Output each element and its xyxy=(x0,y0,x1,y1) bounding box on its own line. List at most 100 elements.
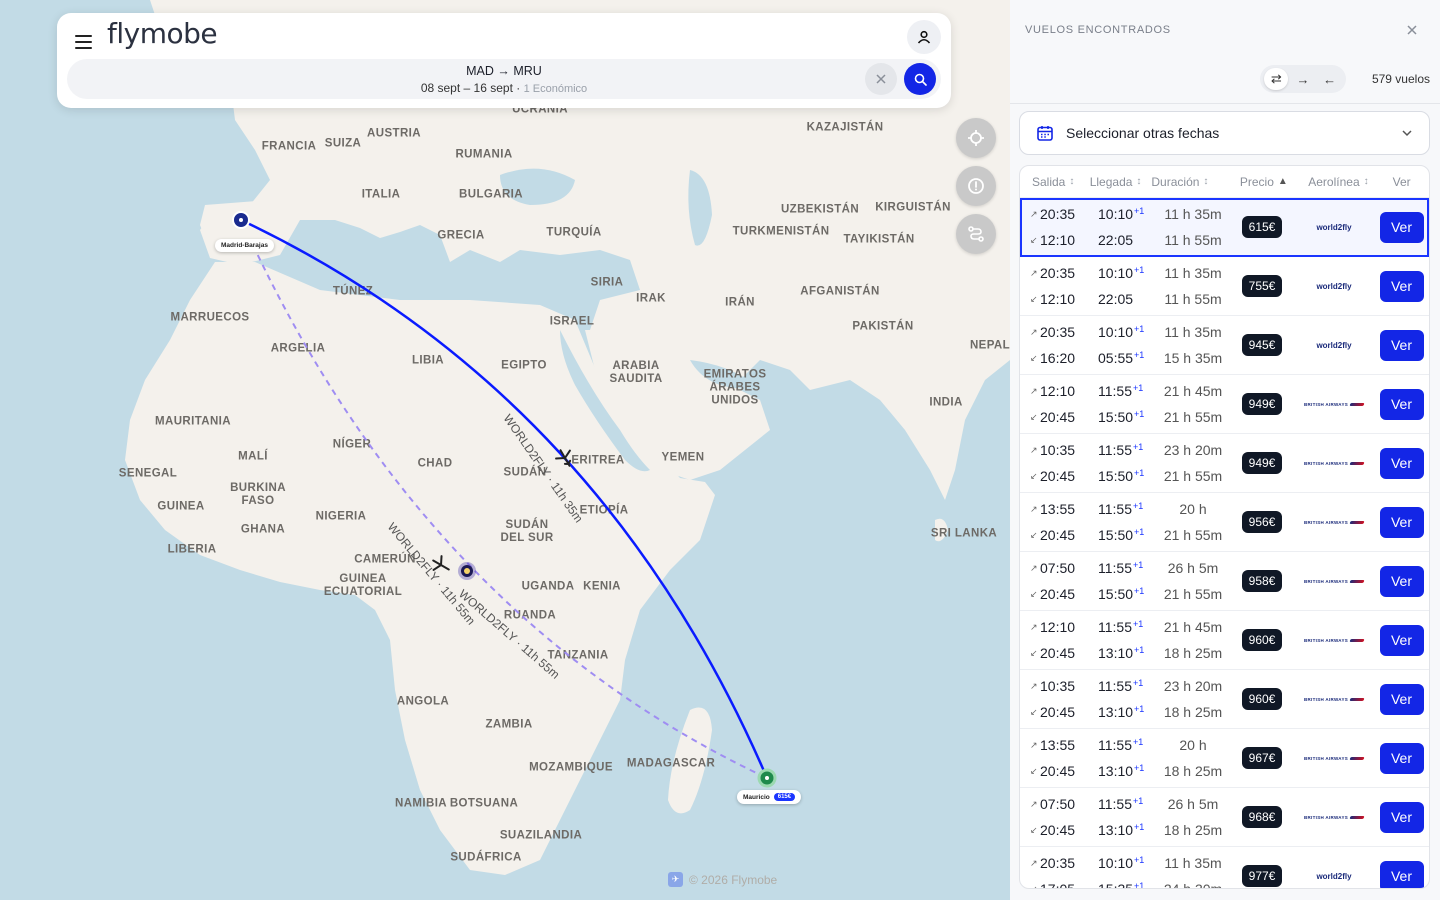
departure-times: ↗ 13:55 ↙ 20:45 xyxy=(1030,501,1076,543)
airline-logo: world2fly xyxy=(1316,340,1352,350)
view-flight-button[interactable]: Ver xyxy=(1379,388,1424,420)
origin-label[interactable]: Madrid-Barajas xyxy=(215,239,274,252)
return-icon[interactable]: ← xyxy=(1318,68,1342,90)
table-row[interactable]: ↗ 10:35 ↙ 20:45 11:55+1 13:10+1 23 h 20m 1… xyxy=(1020,670,1429,729)
table-row[interactable]: ↗ 13:55 ↙ 20:45 11:55+1 13:10+1 20 h 18 h … xyxy=(1020,729,1429,788)
outbound-icon[interactable]: → xyxy=(1291,68,1315,90)
sort-icon: ↕ xyxy=(1363,176,1369,187)
user-button[interactable] xyxy=(907,20,941,54)
direction-toggle: ⇄ → ← xyxy=(1260,65,1346,93)
view-flight-button[interactable]: Ver xyxy=(1379,624,1424,656)
next-day-badge: +1 xyxy=(1133,678,1144,688)
destination-price-badge: 615€ xyxy=(773,793,796,801)
table-row[interactable]: ↗ 20:35 ↙ 12:10 10:10+1 22:05 11 h 35m 11 … xyxy=(1020,257,1429,316)
view-flight-button[interactable]: Ver xyxy=(1379,329,1424,361)
view-flight-button[interactable]: Ver xyxy=(1379,447,1424,479)
price-badge: 956€ xyxy=(1241,511,1283,533)
col-price[interactable]: Precio ▲ xyxy=(1225,175,1303,189)
arrival-times: 11:55+1 15:50+1 xyxy=(1098,383,1145,425)
close-panel-icon[interactable] xyxy=(1404,22,1420,38)
search-passengers: 1 Económico xyxy=(523,83,588,95)
british-airways-ribbon-icon xyxy=(1349,815,1365,819)
british-airways-ribbon-icon xyxy=(1349,638,1365,642)
return-arrow-icon: ↙ xyxy=(1030,707,1038,717)
outbound-arrow-icon: ↗ xyxy=(1030,622,1038,632)
return-arrow-icon: ↙ xyxy=(1030,412,1038,422)
arrival-times: 11:55+1 13:10+1 xyxy=(1098,737,1145,779)
crosshair-icon xyxy=(968,130,984,146)
info-button[interactable] xyxy=(956,166,996,206)
round-trip-icon[interactable]: ⇄ xyxy=(1264,68,1289,90)
user-icon xyxy=(917,30,931,44)
price-badge: 967€ xyxy=(1241,747,1283,769)
british-airways-ribbon-icon xyxy=(1349,579,1365,583)
durations: 20 h 21 h 55m xyxy=(1163,501,1223,543)
durations: 11 h 35m 15 h 35m xyxy=(1163,324,1223,366)
next-day-badge: +1 xyxy=(1133,501,1144,511)
sort-icon: ↕ xyxy=(1069,176,1075,187)
next-day-badge: +1 xyxy=(1134,324,1145,334)
col-airline[interactable]: Aerolínea ↕ xyxy=(1303,175,1375,189)
date-select[interactable]: Seleccionar otras fechas xyxy=(1019,111,1430,155)
route-button[interactable] xyxy=(956,214,996,254)
table-row[interactable]: ↗ 20:35 ↙ 17:05 10:10+1 15:35+1 11 h 35m 2… xyxy=(1020,847,1429,889)
return-arrow-icon: ↙ xyxy=(1030,294,1038,304)
table-row[interactable]: ↗ 12:10 ↙ 20:45 11:55+1 15:50+1 21 h 45m 2… xyxy=(1020,375,1429,434)
departure-times: ↗ 20:35 ↙ 16:20 xyxy=(1030,324,1076,366)
view-flight-button[interactable]: Ver xyxy=(1379,683,1424,715)
durations: 21 h 45m 18 h 25m xyxy=(1163,619,1223,661)
view-flight-button[interactable]: Ver xyxy=(1379,506,1424,538)
british-airways-ribbon-icon xyxy=(1349,402,1365,406)
table-row[interactable]: ↗ 20:35 ↙ 16:20 10:10+1 05:55+1 11 h 35m 1… xyxy=(1020,316,1429,375)
view-flight-button[interactable]: Ver xyxy=(1379,211,1424,243)
locate-button[interactable] xyxy=(956,118,996,158)
destination-label[interactable]: Mauricio 615€ xyxy=(737,790,802,804)
col-duration[interactable]: Duración ↕ xyxy=(1151,175,1225,189)
clear-search-button[interactable] xyxy=(865,63,897,95)
arrival-times: 10:10+1 22:05 xyxy=(1098,206,1145,248)
durations: 11 h 35m 24 h 30m xyxy=(1163,855,1223,889)
outbound-arrow-icon: ↗ xyxy=(1030,445,1038,455)
table-row[interactable]: ↗ 12:10 ↙ 20:45 11:55+1 13:10+1 21 h 45m 1… xyxy=(1020,611,1429,670)
british-airways-ribbon-icon xyxy=(1349,697,1365,701)
next-day-badge: +1 xyxy=(1134,822,1145,832)
outbound-arrow-icon: ↗ xyxy=(1030,386,1038,396)
view-flight-button[interactable]: Ver xyxy=(1379,801,1424,833)
col-departure[interactable]: Salida ↕ xyxy=(1020,175,1090,189)
return-arrow-icon: ↙ xyxy=(1030,589,1038,599)
outbound-arrow-icon: ↗ xyxy=(1030,563,1038,573)
table-row[interactable]: ↗ 13:55 ↙ 20:45 11:55+1 15:50+1 20 h 21 h … xyxy=(1020,493,1429,552)
copyright: ✈ © 2026 Flymobe xyxy=(668,872,777,887)
departure-times: ↗ 12:10 ↙ 20:45 xyxy=(1030,383,1076,425)
airline-logo: BRITISH AIRWAYS xyxy=(1304,697,1365,702)
next-day-badge: +1 xyxy=(1133,619,1144,629)
table-row[interactable]: ↗ 07:50 ↙ 20:45 11:55+1 15:50+1 26 h 5m 21… xyxy=(1020,552,1429,611)
table-row[interactable]: ↗ 07:50 ↙ 20:45 11:55+1 13:10+1 26 h 5m 18… xyxy=(1020,788,1429,847)
next-day-badge: +1 xyxy=(1134,206,1145,216)
outbound-arrow-icon: ↗ xyxy=(1030,209,1038,219)
arrival-times: 11:55+1 13:10+1 xyxy=(1098,678,1145,720)
airline-logo: BRITISH AIRWAYS xyxy=(1304,756,1365,761)
view-flight-button[interactable]: Ver xyxy=(1379,270,1424,302)
results-panel: VUELOS ENCONTRADOS ⇄ → ← 579 vuelos Sele… xyxy=(1010,0,1440,900)
outbound-arrow-icon: ↗ xyxy=(1030,504,1038,514)
search-field[interactable]: MAD → MRU 08 sept – 16 sept · 1 Económic… xyxy=(67,59,941,99)
view-flight-button[interactable]: Ver xyxy=(1379,860,1424,888)
search-button[interactable] xyxy=(904,63,936,95)
price-badge: 977€ xyxy=(1241,865,1283,887)
table-row[interactable]: ↗ 20:35 ↙ 12:10 10:10+1 22:05 11 h 35m 11 … xyxy=(1020,198,1429,257)
chevron-down-icon xyxy=(1402,130,1412,137)
brand-logo[interactable]: flymobe xyxy=(107,17,218,50)
next-day-badge: +1 xyxy=(1134,527,1145,537)
view-flight-button[interactable]: Ver xyxy=(1379,565,1424,597)
next-day-badge: +1 xyxy=(1134,468,1145,478)
view-flight-button[interactable]: Ver xyxy=(1379,742,1424,774)
price-badge: 949€ xyxy=(1241,393,1283,415)
col-arrival[interactable]: Llegada ↕ xyxy=(1090,175,1152,189)
route-map[interactable]: UCRANIA KAZAJISTÁN AUSTRIA FRANCIA SUIZA RUMA… xyxy=(0,0,1010,900)
arrival-times: 10:10+1 15:35+1 xyxy=(1098,855,1145,889)
arrival-times: 10:10+1 05:55+1 xyxy=(1098,324,1145,366)
menu-icon[interactable] xyxy=(75,35,92,49)
departure-times: ↗ 20:35 ↙ 12:10 xyxy=(1030,265,1076,307)
table-row[interactable]: ↗ 10:35 ↙ 20:45 11:55+1 15:50+1 23 h 20m 2… xyxy=(1020,434,1429,493)
